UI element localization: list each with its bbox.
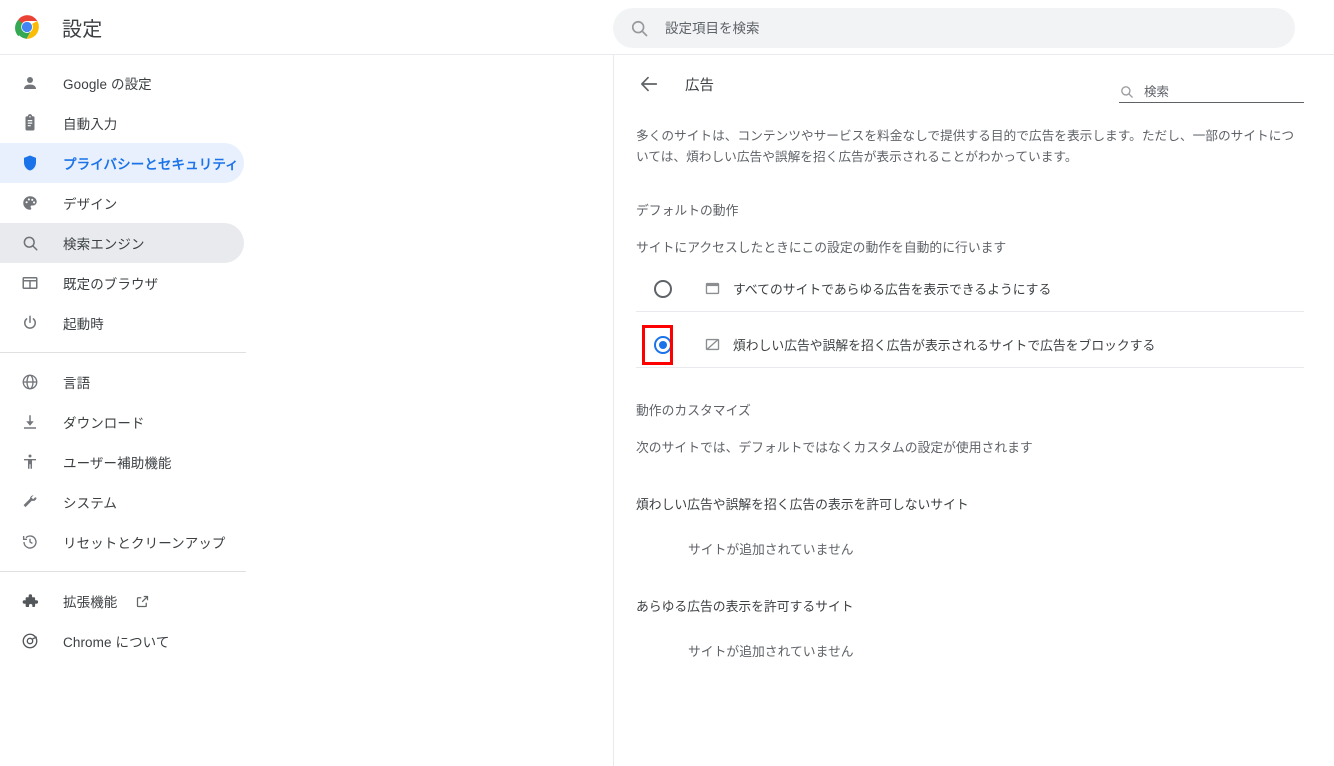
window-ad-icon — [702, 279, 722, 299]
settings-window: 設定 Google の設定 — [0, 0, 1334, 766]
block-list-empty: サイトが追加されていません — [688, 542, 854, 557]
sidebar-item-label: システム — [63, 496, 117, 511]
person-icon — [20, 73, 40, 93]
page-description: 多くのサイトは、コンテンツやサービスを料金なしで提供する目的で広告を表示します。… — [636, 129, 1295, 164]
palette-icon — [20, 193, 40, 213]
sidebar-item-about-chrome[interactable]: Chrome について — [0, 621, 244, 661]
page-content: 多くのサイトは、コンテンツやサービスを料金なしで提供する目的で広告を表示します。… — [614, 126, 1334, 660]
sidebar-item-label: ユーザー補助機能 — [63, 456, 172, 471]
sidebar: Google の設定 自動入力 プライバシーとセキュリティ デザイン 検索エンジ… — [0, 55, 614, 766]
autofill-icon — [20, 113, 40, 133]
sidebar-group-advanced: 言語 ダウンロード ユーザー補助機能 システム リセットとクリーンアップ — [0, 362, 613, 562]
settings-search-box[interactable] — [613, 8, 1295, 48]
sidebar-item-label: 自動入力 — [63, 117, 118, 132]
page-title: 広告 — [685, 77, 714, 94]
sidebar-item-label: Chrome について — [63, 635, 170, 650]
default-behavior-title: デフォルトの動作 — [636, 203, 739, 218]
sidebar-item-label: リセットとクリーンアップ — [63, 536, 226, 551]
sidebar-item-on-startup[interactable]: 起動時 — [0, 303, 244, 343]
sidebar-item-label: ダウンロード — [63, 416, 145, 431]
wrench-icon — [20, 492, 40, 512]
sidebar-group-main: Google の設定 自動入力 プライバシーとセキュリティ デザイン 検索エンジ… — [0, 63, 613, 343]
shield-icon — [20, 153, 40, 173]
allow-list-empty: サイトが追加されていません — [688, 644, 854, 659]
sidebar-divider — [0, 352, 246, 353]
sidebar-item-extensions[interactable]: 拡張機能 — [0, 581, 244, 621]
radio-option-label: 煩わしい広告や誤解を招く広告が表示されるサイトで広告をブロックする — [733, 338, 1156, 353]
arrow-back-icon[interactable] — [636, 71, 662, 97]
search-icon — [20, 233, 40, 253]
sidebar-item-search-engine[interactable]: 検索エンジン — [0, 223, 244, 263]
radio-button[interactable] — [654, 279, 672, 298]
sidebar-item-autofill[interactable]: 自動入力 — [0, 103, 244, 143]
puzzle-icon — [20, 591, 40, 611]
chrome-outline-icon — [20, 631, 40, 651]
customized-behavior-title: 動作のカスタマイズ — [636, 403, 751, 418]
accessibility-icon — [20, 452, 40, 472]
sidebar-item-privacy-security[interactable]: プライバシーとセキュリティ — [0, 143, 244, 183]
sidebar-item-google[interactable]: Google の設定 — [0, 63, 244, 103]
search-input[interactable] — [665, 20, 1265, 36]
page-search-input[interactable] — [1144, 84, 1294, 99]
sidebar-item-appearance[interactable]: デザイン — [0, 183, 244, 223]
sidebar-item-label: 既定のブラウザ — [63, 277, 159, 292]
sidebar-item-reset-cleanup[interactable]: リセットとクリーンアップ — [0, 522, 244, 562]
window-ad-blocked-icon — [702, 335, 722, 355]
page-search[interactable] — [1119, 84, 1304, 103]
download-icon — [20, 412, 40, 432]
sidebar-item-label: 検索エンジン — [63, 237, 145, 252]
sidebar-divider — [0, 571, 246, 572]
allow-list-label: あらゆる広告の表示を許可するサイト — [636, 599, 854, 614]
search-icon — [1119, 84, 1134, 99]
sidebar-item-label: Google の設定 — [63, 77, 152, 92]
page-header: 広告 — [614, 55, 1334, 113]
main-panel: 広告 多くのサイトは、コンテンツやサービスを料金なしで提供する目的で広告を表示し… — [614, 55, 1334, 766]
radio-button[interactable] — [654, 335, 672, 354]
power-icon — [20, 313, 40, 333]
radio-option-allow-ads[interactable]: すべてのサイトであらゆる広告を表示できるようにする — [636, 266, 1304, 312]
search-icon — [629, 18, 649, 38]
sidebar-item-label: 起動時 — [63, 317, 104, 332]
customized-behavior-subtitle: 次のサイトでは、デフォルトではなくカスタムの設定が使用されます — [636, 440, 1033, 455]
open-in-new-icon[interactable] — [135, 594, 150, 609]
sidebar-item-downloads[interactable]: ダウンロード — [0, 402, 244, 442]
default-behavior-subtitle: サイトにアクセスしたときにこの設定の動作を自動的に行います — [636, 240, 1007, 255]
app-title: 設定 — [62, 18, 103, 41]
radio-option-block-ads[interactable]: 煩わしい広告や誤解を招く広告が表示されるサイトで広告をブロックする — [636, 322, 1304, 368]
chrome-logo-icon — [14, 14, 40, 40]
browser-icon — [20, 273, 40, 293]
settings-search[interactable] — [613, 8, 1295, 48]
sidebar-item-system[interactable]: システム — [0, 482, 244, 522]
globe-icon — [20, 372, 40, 392]
sidebar-item-accessibility[interactable]: ユーザー補助機能 — [0, 442, 244, 482]
block-list-label: 煩わしい広告や誤解を招く広告の表示を許可しないサイト — [636, 497, 969, 512]
sidebar-group-footer: 拡張機能 Chrome について — [0, 581, 613, 661]
sidebar-item-label: デザイン — [63, 197, 118, 212]
sidebar-item-label: 言語 — [63, 376, 91, 391]
restore-icon — [20, 532, 40, 552]
sidebar-item-label: 拡張機能 — [63, 595, 118, 610]
radio-option-label: すべてのサイトであらゆる広告を表示できるようにする — [733, 282, 1052, 297]
top-bar: 設定 — [0, 0, 1334, 55]
sidebar-item-default-browser[interactable]: 既定のブラウザ — [0, 263, 244, 303]
sidebar-item-languages[interactable]: 言語 — [0, 362, 244, 402]
brand: 設定 — [0, 0, 270, 55]
sidebar-item-label: プライバシーとセキュリティ — [63, 157, 239, 172]
